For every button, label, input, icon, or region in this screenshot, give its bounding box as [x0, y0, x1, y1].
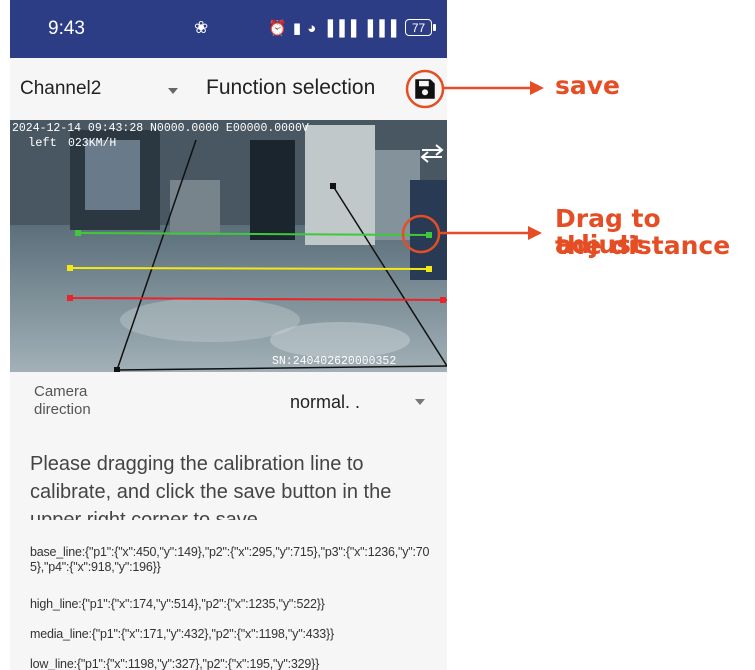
save-highlight-circle	[405, 69, 445, 109]
save-annotation: save	[555, 71, 621, 100]
handle-highlight-circle	[401, 214, 441, 254]
drag-annotation-line2: the distance	[555, 231, 731, 260]
drag-arrow-head	[528, 226, 542, 240]
annotation-overlay	[401, 69, 544, 254]
save-arrow-head	[530, 81, 544, 95]
